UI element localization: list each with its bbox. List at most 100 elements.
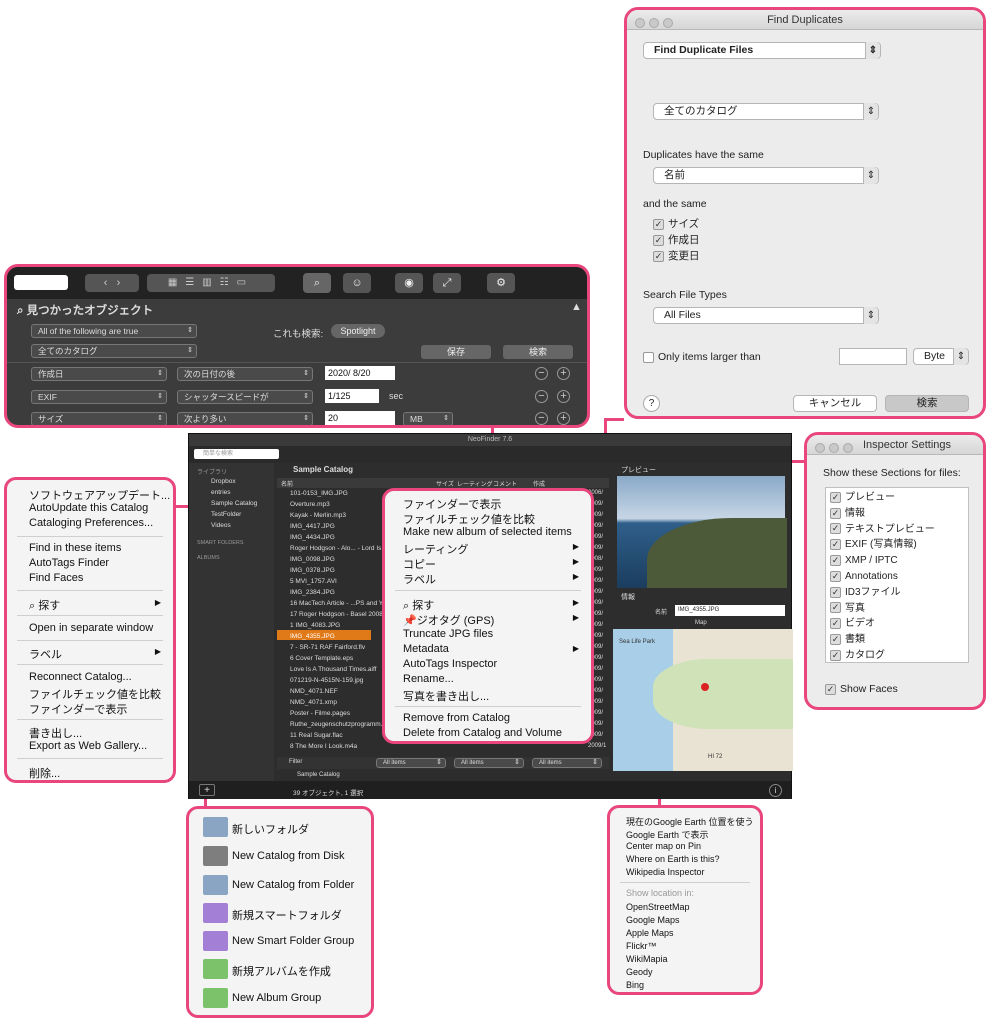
size-input[interactable]: 20 (325, 411, 395, 425)
menu-item[interactable]: WikiMapia (626, 954, 668, 964)
sidebar-item-videos[interactable]: Videos (211, 522, 231, 529)
section-item[interactable]: ✓ Annotations (830, 569, 964, 585)
col-name[interactable]: 名前 (281, 479, 293, 488)
nav-back-forward[interactable]: ‹ › (85, 274, 139, 292)
section-item[interactable]: ✓ テキストプレビュー (830, 522, 964, 538)
menu-item[interactable]: New Album Group (232, 992, 321, 1004)
criteria-op-2[interactable]: シャッタースピードが (177, 390, 313, 404)
menu-item[interactable]: Find Faces (29, 572, 83, 584)
menu-item[interactable]: Metadata (403, 643, 449, 655)
sidebar-item-sample-catalog[interactable]: Sample Catalog (211, 500, 257, 507)
menu-item[interactable]: ファインダーで表示 (29, 701, 127, 717)
menu-item[interactable]: レーティング (403, 541, 468, 557)
menu-item[interactable]: ラベル (29, 646, 62, 662)
menu-item[interactable]: Where on Earth is this? (626, 854, 720, 864)
map-pin-icon[interactable] (701, 683, 709, 691)
search-toggle-icon[interactable]: ⌕ (303, 273, 331, 293)
filter-select[interactable]: All items (532, 758, 602, 768)
menu-item[interactable]: New Catalog from Folder (232, 879, 354, 891)
menu-item[interactable]: Bing (626, 980, 644, 990)
mode-select[interactable]: Find Duplicate Files (643, 42, 881, 59)
catalog-scope-select[interactable]: 全てのカタログ (31, 344, 197, 358)
col-comment[interactable]: コメント (493, 479, 517, 488)
add-row-icon[interactable]: + (557, 390, 570, 403)
date-input[interactable]: 2020/ 8/20 (325, 366, 395, 380)
menu-item[interactable]: Truncate JPG files (403, 628, 493, 640)
menu-item[interactable]: Cataloging Preferences... (29, 517, 153, 529)
file-types-select[interactable]: All Files (653, 307, 879, 324)
fullscreen-icon[interactable]: ⤢ (433, 273, 461, 293)
sidebar-item-testfolder[interactable]: TestFolder (211, 511, 241, 518)
menu-item[interactable]: New Smart Folder Group (232, 935, 354, 947)
menu-item[interactable]: Google Earth で表示 (626, 828, 709, 841)
remove-row-icon[interactable]: − (535, 367, 548, 380)
section-item[interactable]: ✓ 情報 (830, 506, 964, 522)
filter-select[interactable]: All items (376, 758, 446, 768)
menu-item[interactable]: ファインダーで表示 (403, 496, 501, 512)
menu-item[interactable]: コピー (403, 556, 436, 572)
criteria-field-1[interactable]: 作成日 (31, 367, 167, 381)
toolbar-search-field[interactable] (14, 275, 68, 290)
filter-select[interactable]: All items (454, 758, 524, 768)
gear-icon[interactable]: ⚙ (487, 273, 515, 293)
info-icon[interactable]: i (769, 784, 782, 797)
eye-icon[interactable]: ◉ (395, 273, 423, 293)
menu-item[interactable]: 新規アルバムを作成 (232, 963, 331, 979)
menu-item[interactable]: 新規スマートフォルダ (232, 907, 342, 923)
section-item[interactable]: ✓ 書類 (830, 632, 964, 648)
section-item[interactable]: ✓ プレビュー (830, 490, 964, 506)
section-item[interactable]: ✓ 写真 (830, 601, 964, 617)
sidebar-item-dropbox[interactable]: Dropbox (211, 478, 236, 485)
section-item[interactable]: ✓ ID3ファイル (830, 585, 964, 601)
section-item[interactable]: ✓ XMP / IPTC (830, 553, 964, 569)
menu-item[interactable]: 写真を書き出し... (403, 688, 489, 704)
sidebar-item-entries[interactable]: entries (211, 489, 231, 496)
section-item[interactable]: ✓ ビデオ (830, 616, 964, 632)
section-item[interactable]: ✓ カタログ (830, 648, 964, 664)
menu-item[interactable]: OpenStreetMap (626, 902, 690, 912)
menu-item[interactable]: 📌ジオタグ (GPS) (403, 612, 494, 628)
add-row-icon[interactable]: + (557, 367, 570, 380)
menu-item[interactable]: Delete from Catalog and Volume (403, 727, 562, 739)
add-row-icon[interactable]: + (557, 412, 570, 425)
menu-item[interactable]: Find in these items (29, 542, 121, 554)
remove-row-icon[interactable]: − (535, 412, 548, 425)
view-mode-buttons[interactable]: ▦☰▥☷▭ (147, 274, 275, 292)
unit-select[interactable]: Byte (913, 348, 969, 365)
menu-item[interactable]: Flickr™ (626, 941, 657, 951)
menu-item[interactable]: ⌕ 探す (403, 597, 434, 613)
menu-item[interactable]: Google Maps (626, 915, 680, 925)
menu-item[interactable]: Geody (626, 967, 653, 977)
larger-only[interactable]: Only items larger than (643, 351, 761, 363)
remove-row-icon[interactable]: − (535, 390, 548, 403)
search-button[interactable]: 検索 (503, 345, 573, 359)
menu-item[interactable]: Make new album of selected items (403, 526, 572, 538)
catalog-select[interactable]: 全てのカタログ (653, 103, 879, 120)
save-button[interactable]: 保存 (421, 345, 491, 359)
menu-item[interactable]: ファイルチェック値を比較 (403, 511, 535, 527)
quick-search[interactable]: 簡単な検索 (194, 449, 279, 459)
menu-item[interactable]: Reconnect Catalog... (29, 671, 132, 683)
shutter-input[interactable]: 1/125 (325, 389, 379, 403)
check-created[interactable]: ✓ 作成日 (653, 232, 700, 247)
checkbox-checked[interactable]: ✓ (653, 218, 664, 230)
col-size[interactable]: サイズ (436, 479, 454, 488)
menu-item[interactable]: Rename... (403, 673, 454, 685)
checkbox-unchecked[interactable] (643, 351, 654, 363)
menu-item[interactable]: New Catalog from Disk (232, 850, 344, 862)
show-faces-checkbox[interactable]: ✓ Show Faces (825, 683, 898, 695)
map-view[interactable]: Sea Life Park HI 72 (613, 629, 793, 771)
check-size[interactable]: ✓ サイズ (653, 216, 699, 231)
same-field-select[interactable]: 名前 (653, 167, 879, 184)
add-button[interactable]: + (199, 784, 215, 796)
menu-item[interactable]: 新しいフォルダ (232, 821, 309, 837)
criteria-op-3[interactable]: 次より多い (177, 412, 313, 425)
menu-item[interactable]: ファイルチェック値を比較 (29, 686, 161, 702)
help-button[interactable]: ? (643, 395, 660, 412)
menu-item[interactable]: 削除... (29, 765, 60, 781)
col-created[interactable]: 作成 (533, 479, 545, 488)
menu-item[interactable]: Apple Maps (626, 928, 674, 938)
size-input[interactable] (839, 348, 907, 365)
spotlight-button[interactable]: Spotlight (331, 324, 385, 338)
match-select[interactable]: All of the following are true (31, 324, 197, 338)
